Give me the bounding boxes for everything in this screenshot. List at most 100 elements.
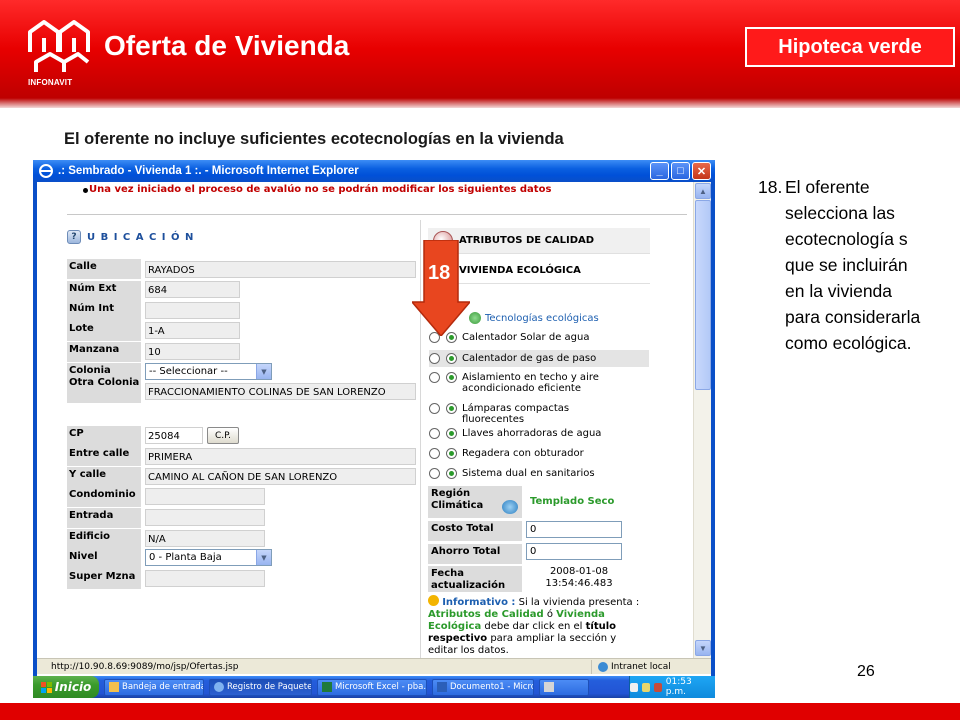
step-text: El oferente selecciona las ecotecnología… [785, 177, 921, 353]
scroll-up-icon[interactable]: ▲ [695, 183, 711, 199]
footer-bar [0, 703, 960, 720]
tech-label: Llaves ahorradoras de agua [462, 428, 602, 439]
cp-button[interactable]: C.P. [207, 427, 239, 444]
clock[interactable]: 01:53 p.m. [666, 677, 709, 697]
window-frame-right [711, 182, 715, 696]
status-url: http://10.90.8.69:9089/mo/jsp/Ofertas.js… [51, 661, 239, 672]
radio-no[interactable] [429, 448, 440, 459]
task-ie[interactable]: Registro de Paquetes... [209, 678, 312, 696]
refresh-icon[interactable] [502, 500, 518, 514]
task-label: Bandeja de entrada -... [122, 682, 204, 692]
nivel-select-value: 0 - Planta Baja [149, 552, 222, 563]
field-y-calle[interactable]: CAMINO AL CAÑON DE SAN LORENZO [145, 468, 416, 485]
page-content: Una vez iniciado el proceso de avalúo no… [37, 182, 693, 658]
field-super-mzna[interactable] [145, 570, 265, 587]
tech-label: Calentador de gas de paso [462, 353, 597, 364]
tech-heading: Tecnologías ecológicas [469, 312, 599, 324]
annotation-arrow [412, 240, 470, 336]
radio-no[interactable] [429, 428, 440, 439]
task-outlook[interactable]: Bandeja de entrada -... [104, 678, 204, 696]
task-label: Documento1 - Micros... [450, 682, 533, 692]
radio-yes[interactable] [446, 428, 457, 439]
minimize-button[interactable]: _ [650, 162, 669, 180]
nivel-select[interactable]: 0 - Planta Baja ▼ [145, 549, 272, 566]
start-label: Inicio [54, 680, 92, 694]
radio-yes[interactable] [446, 353, 457, 364]
field-cp[interactable]: 25084 [145, 427, 203, 444]
scroll-down-icon[interactable]: ▼ [695, 640, 711, 656]
tech-option[interactable]: Lámparas compactas fluorecentes [429, 403, 649, 425]
tray-network-icon[interactable] [629, 682, 638, 692]
window-title: .: Sembrado - Vivienda 1 :. - Microsoft … [58, 165, 359, 177]
field-manzana[interactable]: 10 [145, 343, 240, 360]
step-number: 18. [758, 177, 783, 197]
logo-text: INFONAVIT [28, 78, 73, 87]
page-number: 26 [857, 663, 875, 680]
radio-yes[interactable] [446, 448, 457, 459]
intranet-icon [598, 661, 608, 672]
window-titlebar[interactable]: .: Sembrado - Vivienda 1 :. - Microsoft … [33, 160, 715, 182]
maximize-button[interactable]: □ [671, 162, 690, 180]
field-edificio[interactable]: N/A [145, 530, 265, 547]
tech-label: Lámparas compactas fluorecentes [462, 403, 570, 425]
field-lote[interactable]: 1-A [145, 322, 240, 339]
security-zone: Intranet local [591, 659, 671, 674]
costo-label: Costo Total [428, 521, 522, 541]
start-button[interactable]: Inicio [33, 676, 99, 698]
vertical-scrollbar[interactable]: ▲ ▼ [693, 182, 711, 658]
task-extra[interactable] [539, 678, 589, 696]
radio-yes[interactable] [446, 372, 457, 383]
field-entre-calle[interactable]: PRIMERA [145, 448, 416, 465]
tech-option[interactable]: Aislamiento en techo y aire acondicionad… [429, 372, 649, 394]
region-value: Templado Seco [530, 496, 615, 507]
tech-option[interactable]: Calentador de gas de paso [429, 350, 649, 367]
step-note: 18. El oferente selecciona las ecotecnol… [758, 174, 928, 356]
help-icon: ? [67, 230, 81, 244]
task-excel[interactable]: Microsoft Excel - pba... [317, 678, 427, 696]
divider [67, 214, 687, 215]
tech-option[interactable]: Llaves ahorradoras de agua [429, 428, 649, 439]
radio-no[interactable] [429, 403, 440, 414]
info-title: Informativo : [442, 597, 516, 608]
colonia-select[interactable]: -- Seleccionar -- ▼ [145, 363, 272, 380]
fecha-value: 2008-01-08 13:54:46.483 [545, 566, 613, 589]
field-label-otra-colonia: Otra Colonia [67, 377, 141, 403]
annotation-number: 18 [428, 262, 451, 284]
field-entrada[interactable] [145, 509, 265, 526]
field-num-ext[interactable]: 684 [145, 281, 240, 298]
atributos-calidad-title: ATRIBUTOS DE CALIDAD [459, 235, 595, 246]
field-label-entre-calle: Entre calle [67, 446, 141, 466]
close-button[interactable]: ✕ [692, 162, 711, 180]
radio-yes[interactable] [446, 403, 457, 414]
tech-label: Regadera con obturador [462, 448, 584, 459]
info-icon [428, 595, 439, 606]
costo-input[interactable]: 0 [526, 521, 622, 538]
tray-app-icon[interactable] [641, 682, 650, 692]
scroll-thumb[interactable] [695, 200, 711, 390]
info-text: Si la vivienda presenta : [515, 597, 640, 608]
system-tray: 01:53 p.m. [629, 676, 715, 698]
radio-yes[interactable] [446, 468, 457, 479]
tech-label: Aislamiento en techo y aire acondicionad… [462, 372, 599, 394]
vivienda-ecologica-title: VIVIENDA ECOLÓGICA [459, 265, 581, 276]
task-label: Registro de Paquetes... [227, 682, 312, 692]
tech-option[interactable]: Sistema dual en sanitarios [429, 468, 649, 479]
task-word[interactable]: Documento1 - Micros... [432, 678, 534, 696]
tray-security-icon[interactable] [653, 682, 662, 692]
ahorro-input[interactable]: 0 [526, 543, 622, 560]
radio-no[interactable] [429, 468, 440, 479]
info-note: Informativo : Si la vivienda presenta : … [428, 595, 648, 657]
ubicacion-header[interactable]: ? U B I C A C I Ó N [67, 230, 194, 244]
field-calle[interactable]: RAYADOS [145, 261, 416, 278]
tech-option[interactable]: Regadera con obturador [429, 448, 649, 459]
field-num-int[interactable] [145, 302, 240, 319]
hipoteca-verde-badge: Hipoteca verde [745, 27, 955, 67]
chevron-down-icon[interactable]: ▼ [256, 550, 271, 565]
field-label-lote: Lote [67, 321, 141, 341]
radio-no[interactable] [429, 353, 440, 364]
radio-no[interactable] [429, 372, 440, 383]
field-otra-colonia[interactable]: FRACCIONAMIENTO COLINAS DE SAN LORENZO [145, 383, 416, 400]
chevron-down-icon[interactable]: ▼ [256, 364, 271, 379]
field-condominio[interactable] [145, 488, 265, 505]
fecha-label: Fecha actualización [428, 566, 522, 592]
